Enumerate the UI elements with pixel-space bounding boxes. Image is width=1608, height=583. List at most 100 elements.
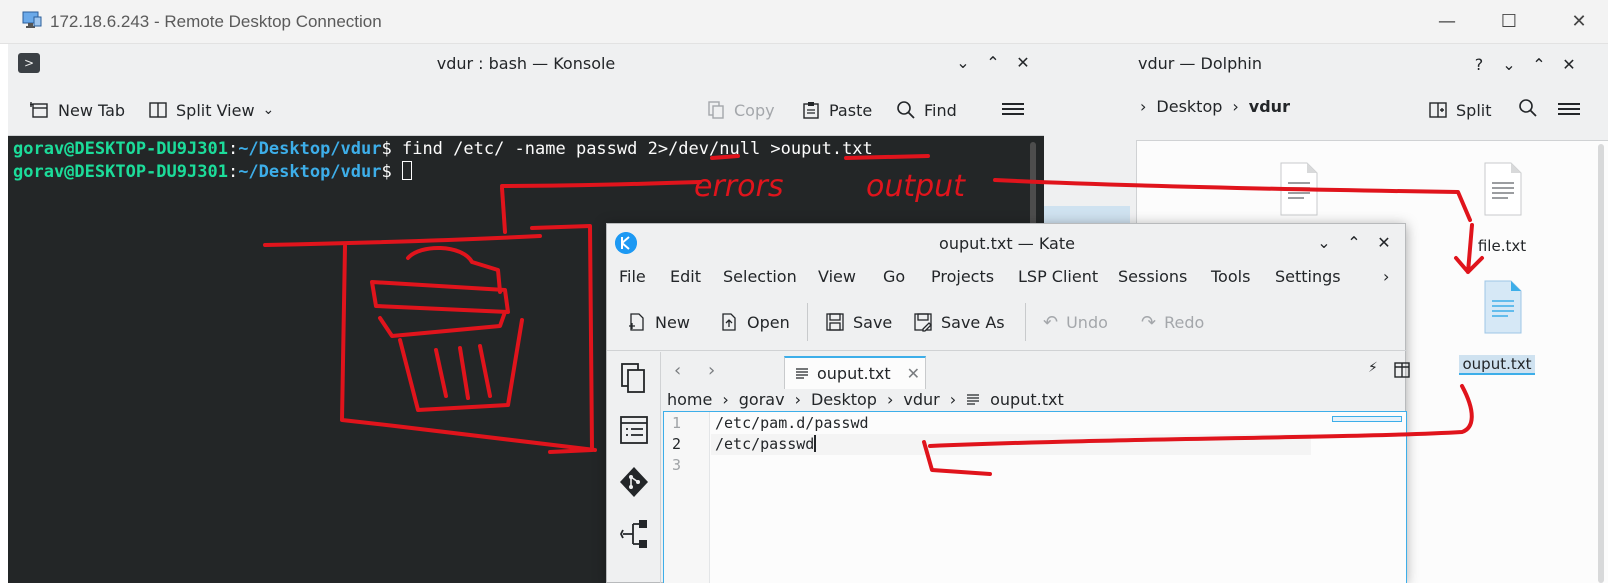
dolphin-title: vdur — Dolphin (1138, 54, 1262, 73)
undo-label: Undo (1066, 312, 1108, 332)
maximize-icon[interactable]: ⌃ (1528, 54, 1550, 76)
close-icon[interactable]: ✕ (1558, 54, 1580, 76)
open-file-icon (722, 313, 736, 331)
code-line: /etc/passwd (715, 434, 869, 455)
quick-open-icon[interactable]: ⚡ (1368, 360, 1378, 376)
terminal-line: gorav@DESKTOP-DU9J301:~/Desktop/vdur$ (13, 161, 1044, 184)
menu-selection[interactable]: Selection (723, 267, 797, 286)
search-icon[interactable] (1518, 98, 1538, 118)
prompt-symbol: $ (381, 162, 402, 182)
breadcrumb-item[interactable]: home (667, 390, 712, 409)
new-button[interactable]: New (627, 309, 690, 335)
code-content[interactable]: /etc/pam.d/passwd /etc/passwd (715, 413, 869, 476)
text-file-icon[interactable] (1481, 161, 1525, 217)
menu-file[interactable]: File (619, 267, 646, 286)
tab-label: ouput.txt (817, 364, 891, 383)
tab-ouput-txt[interactable]: ouput.txt ✕ (784, 356, 926, 389)
back-arrow-icon[interactable]: ‹ (674, 360, 681, 381)
split-view-label: Split View (176, 100, 255, 120)
line-number-gutter: 1 2 3 (664, 412, 710, 583)
documents-icon[interactable] (619, 362, 649, 394)
save-as-button[interactable]: Save As (913, 309, 1005, 335)
file-name[interactable]: file.txt (1457, 237, 1547, 255)
konsole-title: vdur : bash — Konsole (436, 54, 616, 73)
new-tab-button[interactable]: New Tab (30, 97, 125, 123)
close-button[interactable]: ✕ (1564, 8, 1594, 36)
menu-projects[interactable]: Projects (931, 267, 994, 286)
menu-view[interactable]: View (818, 267, 856, 286)
close-icon[interactable]: ✕ (1012, 52, 1034, 74)
forward-arrow-icon[interactable]: › (708, 360, 715, 381)
rdp-titlebar: 172.18.6.243 - Remote Desktop Connection… (0, 0, 1608, 44)
split-view-icon (149, 102, 167, 118)
help-button[interactable]: ? (1468, 54, 1490, 76)
text-document-icon (796, 367, 808, 379)
kate-menubar: File Edit Selection View Go Projects LSP… (607, 261, 1407, 293)
undo-button[interactable]: ↶ Undo (1043, 309, 1108, 335)
redo-button[interactable]: ↷ Redo (1141, 309, 1204, 335)
file-name-selected[interactable]: ouput.txt (1459, 355, 1535, 375)
split-view-button[interactable]: Split View ⌄ (148, 97, 274, 123)
breadcrumb-item[interactable]: vdur (1249, 97, 1290, 116)
paste-icon (803, 102, 819, 119)
save-button[interactable]: Save (825, 309, 892, 335)
breadcrumb-item[interactable]: vdur (903, 390, 939, 409)
menu-edit[interactable]: Edit (670, 267, 701, 286)
chevron-down-icon[interactable]: ⌄ (952, 52, 974, 74)
menu-settings[interactable]: Settings (1275, 267, 1341, 286)
maximize-icon[interactable]: ⌃ (1343, 232, 1365, 254)
close-icon[interactable]: ✕ (1373, 232, 1395, 254)
project-tree-icon[interactable] (619, 518, 649, 550)
prompt-separator: : (227, 162, 239, 182)
new-tab-icon (30, 102, 48, 118)
menu-sessions[interactable]: Sessions (1118, 267, 1187, 286)
minimap[interactable] (1332, 416, 1402, 422)
copy-icon (708, 101, 724, 119)
breadcrumb-item[interactable]: Desktop (811, 390, 877, 409)
chevron-down-icon: ⌄ (262, 102, 275, 118)
copy-button[interactable]: Copy (706, 97, 775, 123)
breadcrumb-item[interactable]: gorav (739, 390, 785, 409)
open-label: Open (747, 312, 790, 332)
hamburger-menu-icon[interactable] (1002, 100, 1024, 118)
text-file-icon[interactable] (1481, 279, 1525, 335)
split-button[interactable]: Split (1428, 97, 1491, 123)
line-number: 2 (672, 435, 682, 453)
git-icon[interactable] (619, 466, 649, 498)
konsole-toolbar: New Tab Split View ⌄ Copy Paste Find (8, 84, 1044, 136)
close-tab-icon[interactable]: ✕ (907, 364, 920, 383)
paste-button[interactable]: Paste (801, 97, 872, 123)
menu-go[interactable]: Go (883, 267, 905, 286)
chevron-down-icon[interactable]: ⌄ (1313, 232, 1335, 254)
save-icon (826, 313, 844, 331)
open-button[interactable]: Open (719, 309, 790, 335)
breadcrumb-item[interactable]: Desktop (1156, 97, 1222, 116)
menu-tools[interactable]: Tools (1211, 267, 1250, 286)
symbols-list-icon[interactable] (619, 414, 649, 446)
prompt-path: ~/Desktop/vdur (238, 139, 382, 159)
chevron-right-icon: › (722, 390, 729, 409)
toolbar-separator (1025, 303, 1026, 341)
chevron-right-icon[interactable]: › (1383, 267, 1389, 286)
maximize-button[interactable]: ☐ (1494, 8, 1524, 36)
text-editor[interactable]: 1 2 3 /etc/pam.d/passwd /etc/passwd (663, 411, 1407, 583)
menu-lsp-client[interactable]: LSP Client (1018, 267, 1098, 286)
breadcrumb-item[interactable]: ouput.txt (990, 390, 1064, 409)
prompt-user: gorav@DESKTOP-DU9J301 (13, 162, 228, 182)
maximize-icon[interactable]: ⌃ (982, 52, 1004, 74)
hamburger-menu-icon[interactable] (1558, 100, 1580, 118)
kate-title: ouput.txt — Kate (939, 234, 1075, 253)
file-view-scrollbar[interactable] (1598, 144, 1604, 583)
split-label: Split (1456, 100, 1492, 120)
new-tab-label: New Tab (58, 100, 126, 120)
text-file-icon[interactable] (1277, 161, 1321, 217)
find-button[interactable]: Find (896, 97, 957, 123)
split-view-icon[interactable] (1394, 362, 1410, 378)
chevron-right-icon: › (949, 390, 957, 409)
prompt-separator: : (227, 139, 239, 159)
new-label: New (655, 312, 690, 332)
places-selection (1044, 206, 1130, 224)
minimize-button[interactable]: — (1432, 8, 1462, 36)
chevron-down-icon[interactable]: ⌄ (1498, 54, 1520, 76)
